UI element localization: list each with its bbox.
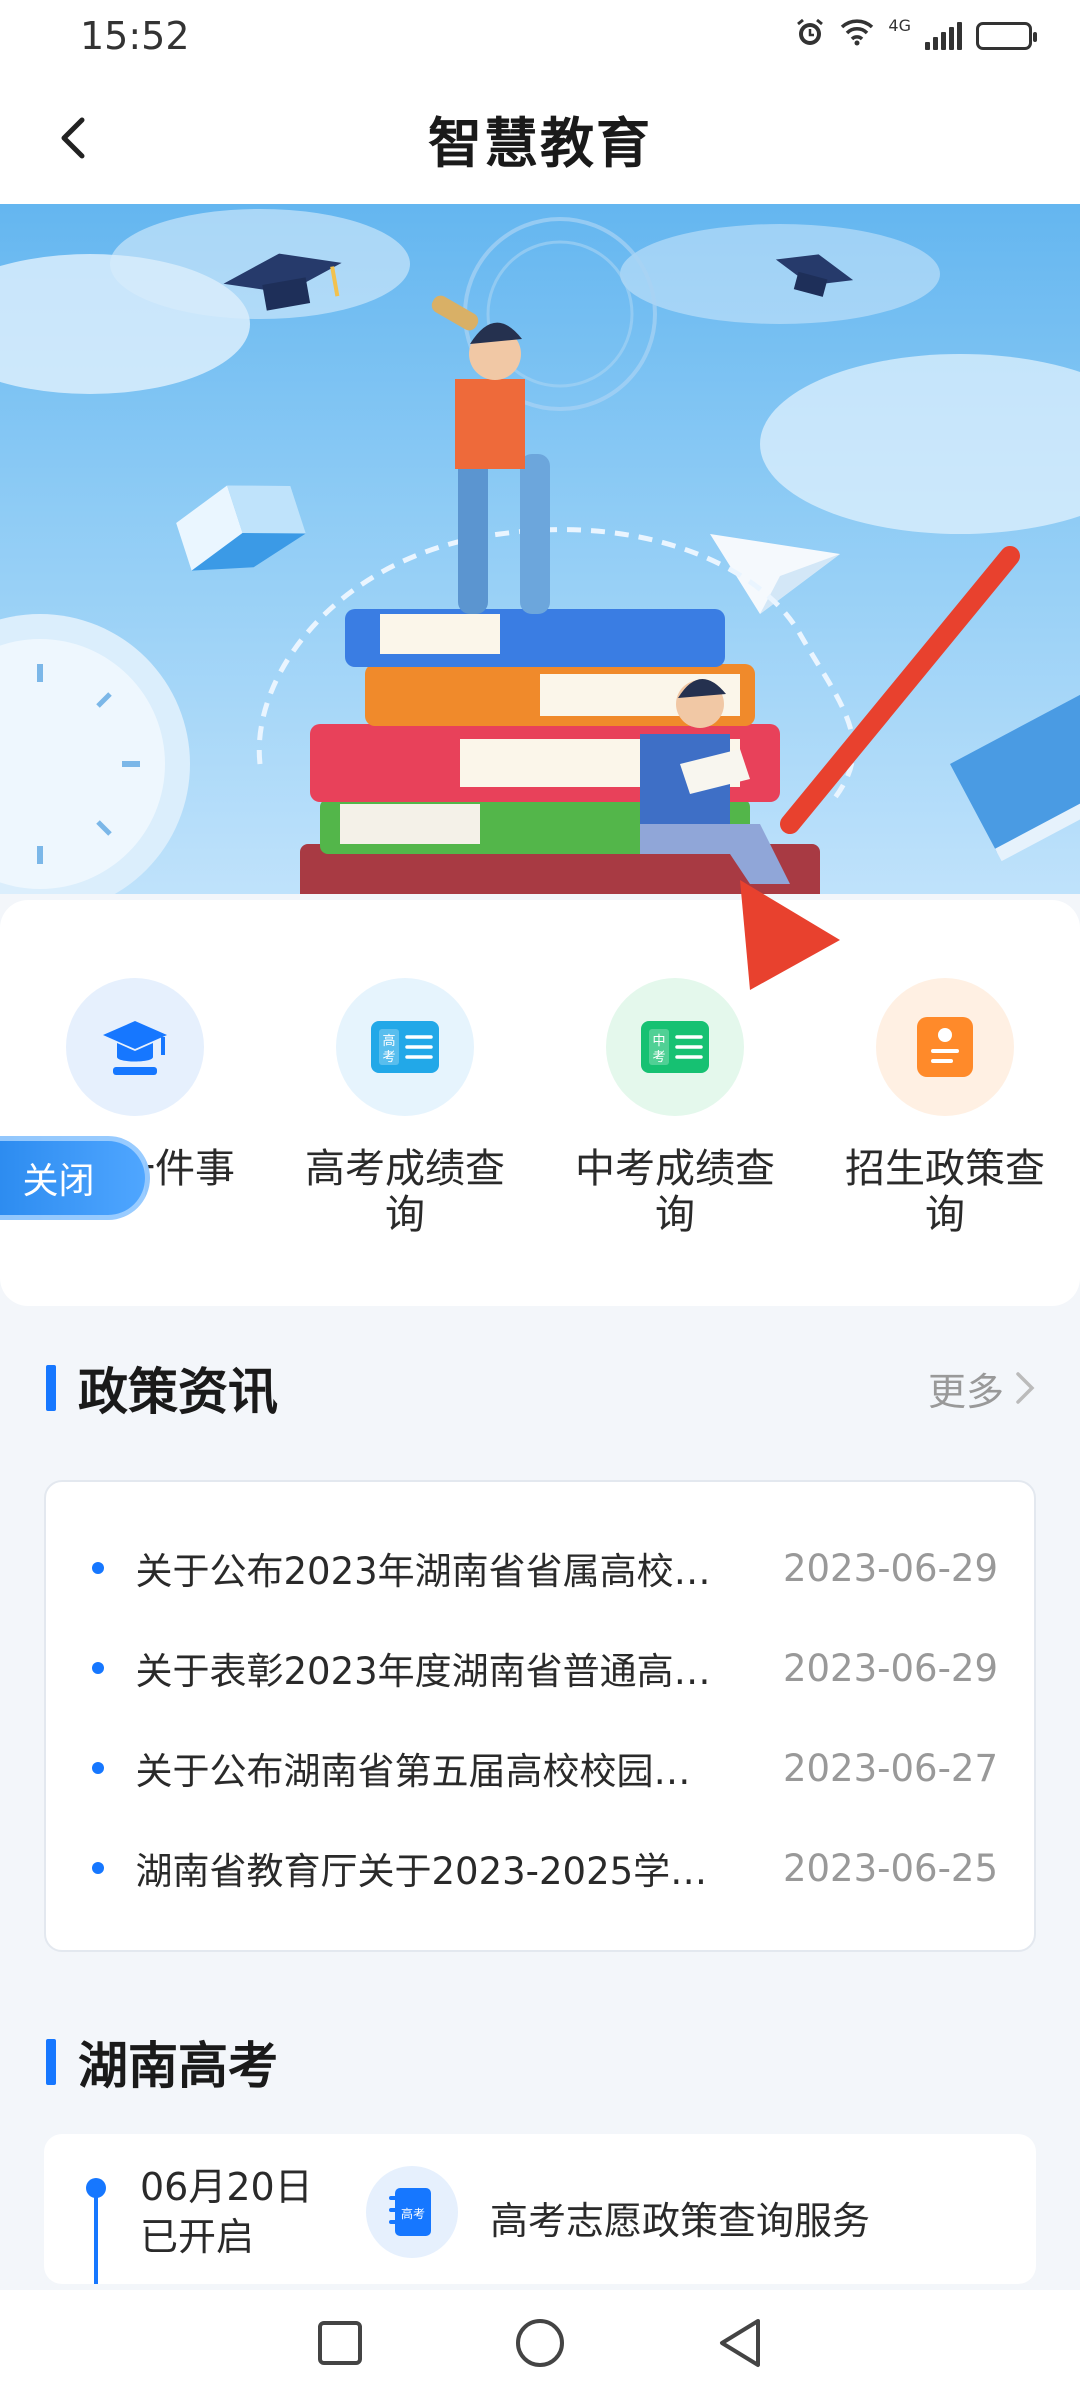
alarm-icon [794,16,826,56]
news-item[interactable]: 关于公布2023年湖南省省属高校… 2023-06-29 [92,1518,998,1618]
news-title: 湖南省教育厅关于2023-2025学… [135,1850,708,1893]
bullet-dot [92,1662,104,1674]
gaokao-section-header: 湖南高考 [46,2026,1036,2098]
policy-document-icon [876,978,1014,1116]
app-header: 智慧教育 [0,72,1080,204]
back-button[interactable] [36,102,108,174]
timeline-service: 高考志愿政策查询服务 [490,2199,871,2243]
svg-text:高: 高 [382,1033,395,1049]
bullet-dot [92,1862,104,1874]
system-nav-bar [0,2290,1080,2400]
circle-icon [516,2319,564,2367]
annotation-arrow-icon [740,880,840,990]
news-title: 关于公布湖南省第五届高校校园… [135,1750,691,1793]
news-date: 2023-06-25 [782,1846,998,1890]
news-title: 关于表彰2023年度湖南省普通高… [135,1650,711,1693]
news-item[interactable]: 关于公布湖南省第五届高校校园… 2023-06-27 [92,1718,998,1818]
news-date: 2023-06-27 [782,1746,998,1790]
policy-section-header: 政策资讯 更多 [46,1352,1036,1424]
news-item[interactable]: 湖南省教育厅关于2023-2025学… 2023-06-25 [92,1818,998,1918]
timeline-dot [86,2178,106,2198]
quick-link-label: 中考成绩查询 [575,1146,775,1238]
recents-button[interactable] [316,2319,364,2371]
svg-text:考: 考 [652,1050,665,1065]
quick-link-zhongkao-score[interactable]: 中考 中考成绩查询 [540,978,810,1238]
section-accent-bar [46,1365,56,1411]
gaokao-notebook-icon: 高考 [366,2166,458,2258]
close-button[interactable]: 关闭 [0,1136,150,1220]
home-button[interactable] [514,2317,566,2373]
svg-text:考: 考 [382,1050,395,1065]
gaokao-icon-label: 高考 [401,2206,425,2221]
cellular-signal-icon [925,22,962,50]
network-type-label: 4G [888,16,911,35]
more-label: 更多 [927,1369,1004,1414]
timeline-date-block: 06月20日 已开启 [140,2162,313,2262]
news-date: 2023-06-29 [782,1646,998,1690]
quick-links-panel: 入学一件事 高考 高考成绩查询 中考 中考成绩查询 招生政策查询 [0,900,1080,1306]
quick-link-label: 招生政策查询 [845,1146,1045,1238]
wifi-icon [840,18,874,54]
status-bar: 15:52 4G [0,0,1080,72]
quick-link-gaokao-score[interactable]: 高考 高考成绩查询 [270,978,540,1238]
section-title: 湖南高考 [78,2037,278,2095]
section-title: 政策资讯 [78,1363,278,1421]
section-title-wrap: 湖南高考 [46,2026,278,2098]
news-list: 关于公布2023年湖南省省属高校… 2023-06-29 关于表彰2023年度湖… [44,1480,1036,1952]
section-accent-bar [46,2039,56,2085]
timeline-date: 06月20日 [140,2165,313,2209]
back-nav-button[interactable] [716,2317,764,2373]
triangle-back-icon [720,2319,760,2367]
chevron-left-icon [61,117,85,159]
hero-banner[interactable] [0,204,1080,894]
chevron-right-icon [1016,1372,1035,1404]
svg-text:中: 中 [652,1034,665,1049]
gaokao-card-icon: 高考 [336,978,474,1116]
education-illustration [0,209,1080,894]
news-title: 关于公布2023年湖南省省属高校… [135,1550,711,1593]
quick-link-label: 高考成绩查询 [305,1146,505,1238]
section-title-wrap: 政策资讯 [46,1352,278,1424]
bullet-dot [92,1562,104,1574]
status-time: 15:52 [80,14,190,58]
graduation-cap-icon [66,978,204,1116]
timeline-line [94,2184,98,2284]
battery-icon [976,22,1037,50]
more-link[interactable]: 更多 [928,1361,1036,1416]
news-date: 2023-06-29 [782,1546,998,1590]
timeline-status: 已开启 [140,2215,255,2259]
square-icon [318,2321,362,2365]
status-icons: 4G [794,16,1037,56]
quick-link-admission-policy[interactable]: 招生政策查询 [810,978,1080,1238]
news-item[interactable]: 关于表彰2023年度湖南省普通高… 2023-06-29 [92,1618,998,1718]
gaokao-timeline-item[interactable]: 06月20日 已开启 高考 高考志愿政策查询服务 [44,2134,1036,2284]
bullet-dot [92,1762,104,1774]
page-title: 智慧教育 [428,111,652,175]
